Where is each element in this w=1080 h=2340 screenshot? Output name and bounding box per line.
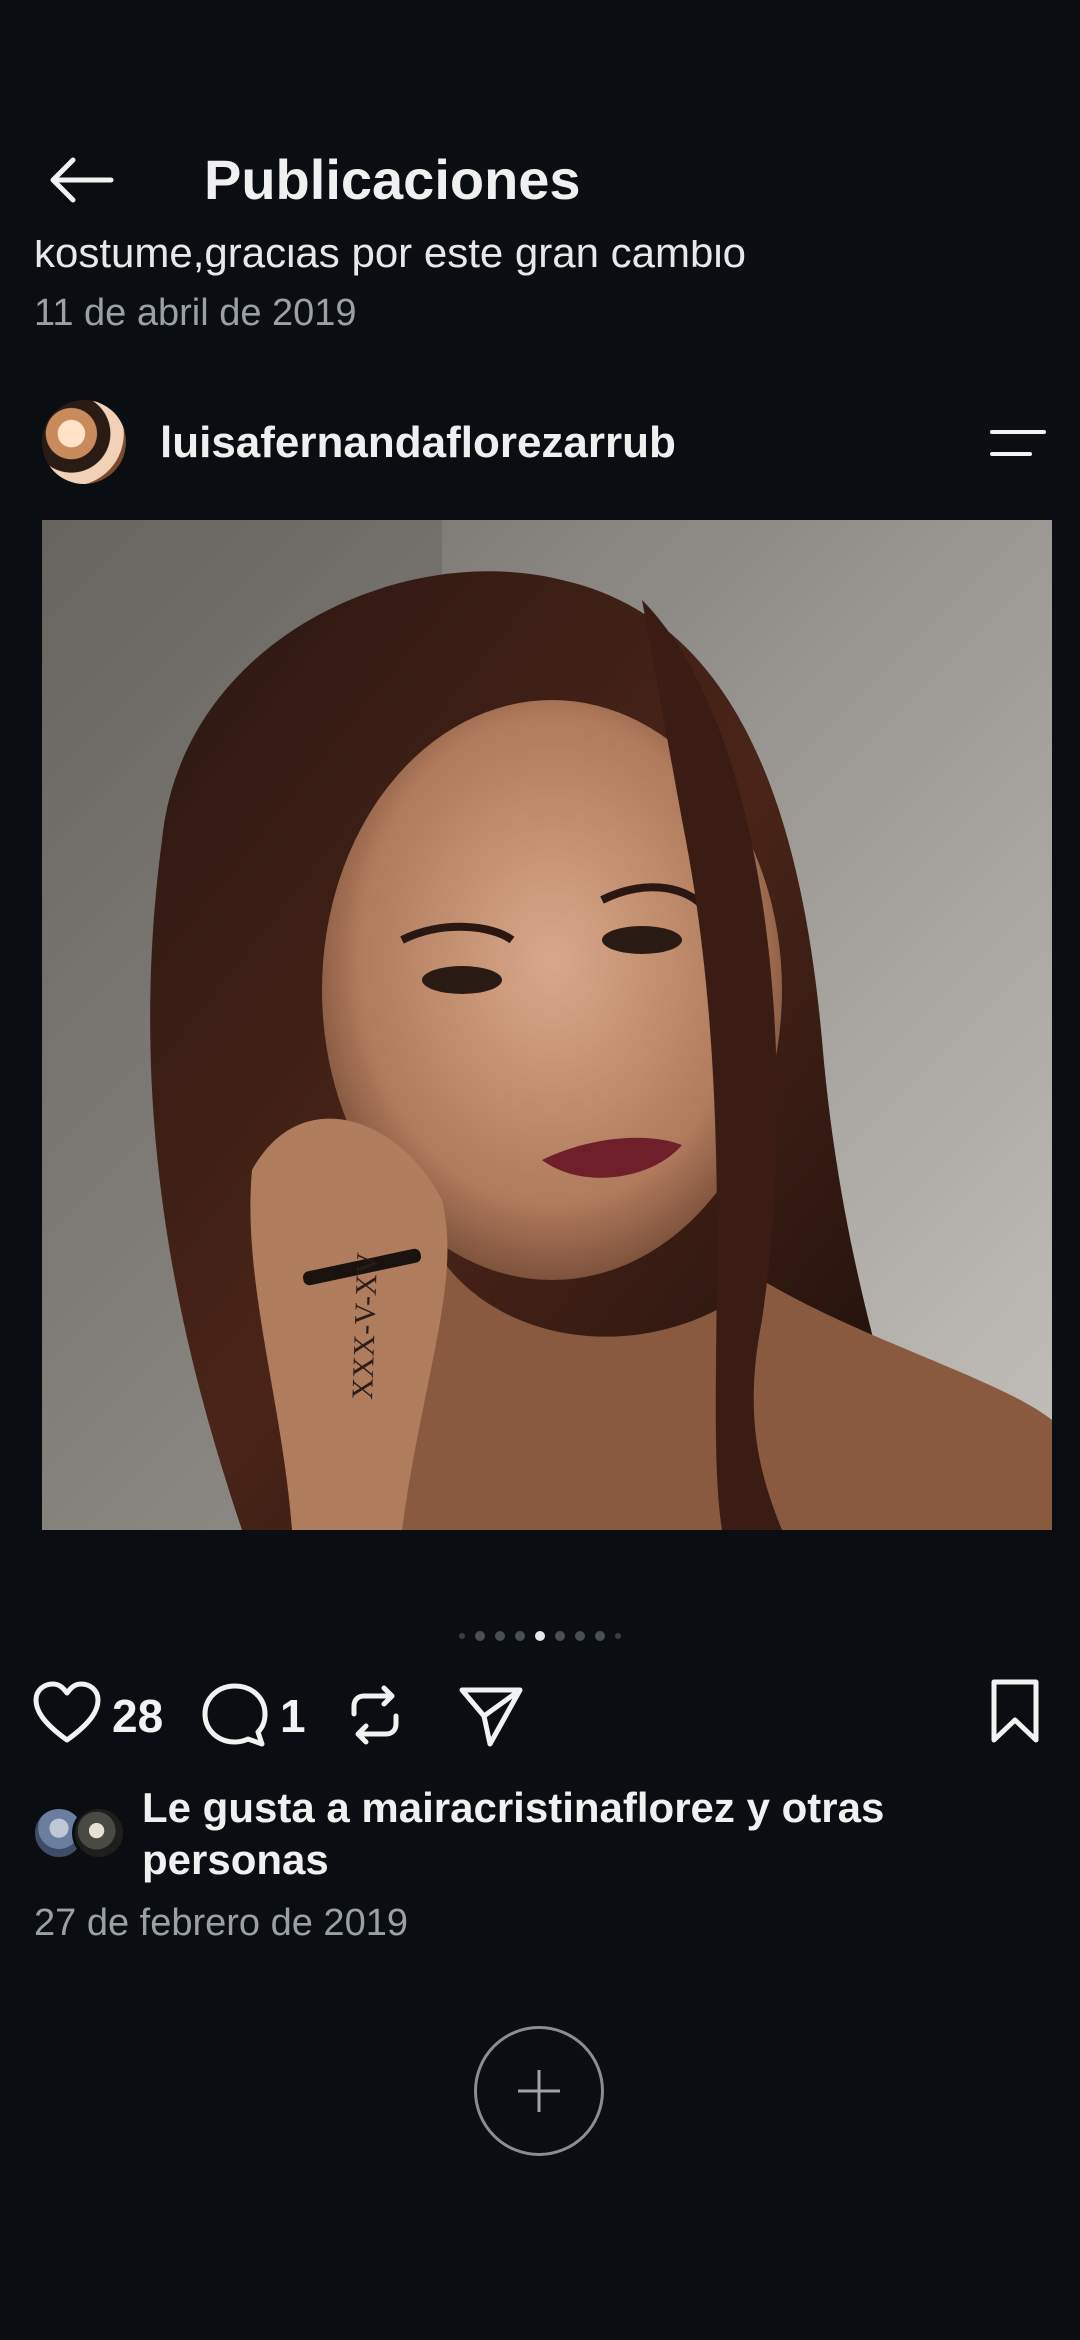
carousel-dot (555, 1631, 565, 1641)
carousel-dot (515, 1631, 525, 1641)
send-icon (459, 1687, 523, 1747)
post-date: 27 de febrero de 2019 (34, 1902, 408, 1944)
share-button[interactable] (456, 1680, 526, 1750)
carousel-dot (535, 1631, 545, 1641)
tattoo-text: XXX-V-XV (346, 1252, 384, 1401)
menu-icon (990, 430, 1046, 456)
likers-avatars[interactable] (32, 1806, 132, 1862)
likes-joiner: y (734, 1784, 782, 1831)
carousel-dot (495, 1631, 505, 1641)
comment-icon (202, 1683, 268, 1747)
liker-avatar (72, 1806, 126, 1860)
heart-icon (33, 1681, 101, 1743)
back-arrow-icon (50, 157, 114, 203)
like-button[interactable] (32, 1680, 102, 1750)
repost-icon (351, 1685, 399, 1745)
likes-prefix: Le gusta a (142, 1784, 362, 1831)
previous-post-date: 11 de abril de 2019 (34, 292, 357, 334)
carousel-dot (475, 1631, 485, 1641)
post-photo[interactable]: XXX-V-XV (42, 520, 1052, 1530)
liker-name[interactable]: mairacristinaflorez (361, 1784, 735, 1831)
avatar[interactable] (42, 400, 126, 484)
page-title: Publicaciones (204, 148, 581, 211)
post-username[interactable]: luisafernandaflorezarrub (160, 418, 676, 468)
comment-button[interactable] (200, 1680, 270, 1750)
back-button[interactable] (40, 140, 120, 220)
comment-count[interactable]: 1 (280, 1686, 306, 1746)
carousel-dot (615, 1633, 621, 1639)
post-menu-button[interactable] (978, 418, 1058, 468)
like-count[interactable]: 28 (112, 1686, 163, 1746)
plus-icon (518, 2070, 560, 2112)
bookmark-icon (991, 1679, 1039, 1743)
save-button[interactable] (980, 1676, 1050, 1746)
add-button[interactable] (474, 2026, 604, 2156)
carousel-pager (0, 1626, 1080, 1646)
repost-button[interactable] (340, 1680, 410, 1750)
carousel-dot (575, 1631, 585, 1641)
carousel-dot (595, 1631, 605, 1641)
carousel-dot (459, 1633, 465, 1639)
likes-summary[interactable]: Le gusta a mairacristinaflorez y otras p… (142, 1782, 1042, 1886)
